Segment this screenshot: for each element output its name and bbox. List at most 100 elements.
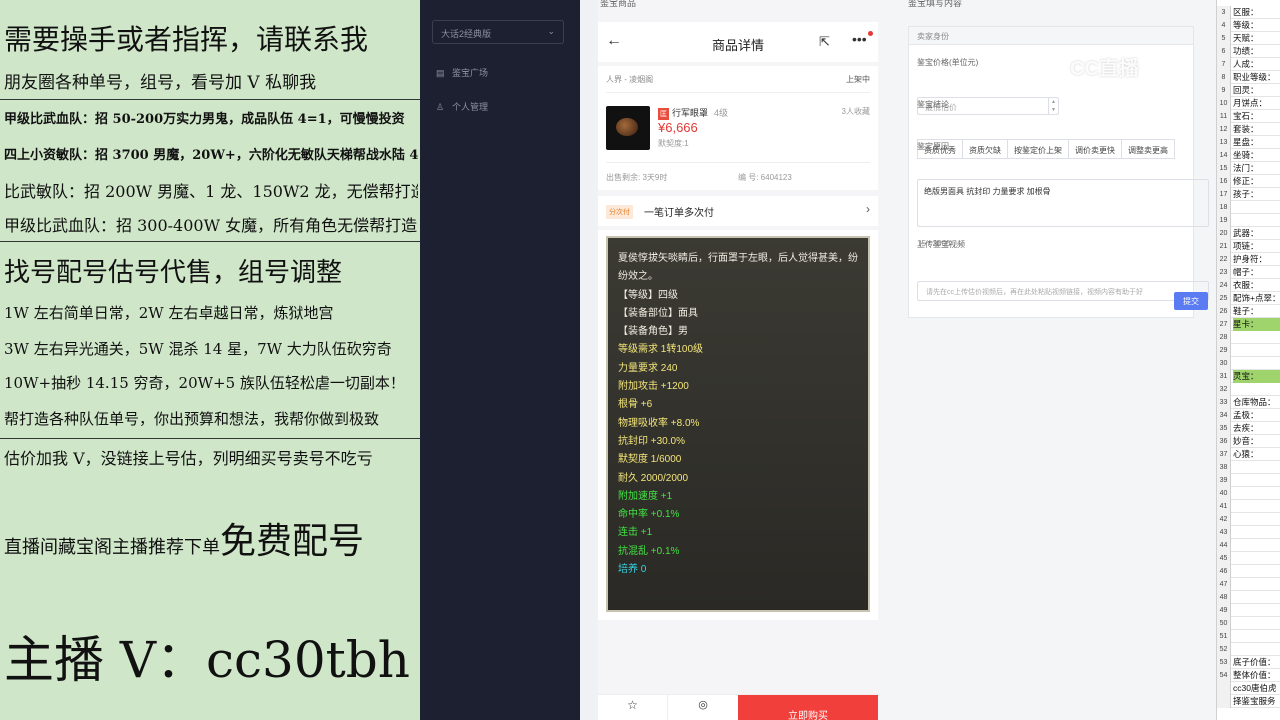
cell-value[interactable]: 底子价值： bbox=[1233, 656, 1280, 669]
cell-value[interactable] bbox=[1233, 500, 1280, 513]
cell-value[interactable]: 去疾： bbox=[1233, 422, 1280, 435]
sheet-row[interactable]: 54 整体价值： bbox=[1217, 669, 1280, 682]
cell-value[interactable]: 修正： bbox=[1233, 175, 1280, 188]
cell-value[interactable] bbox=[1233, 526, 1280, 539]
sheet-row[interactable]: 51 bbox=[1217, 630, 1280, 643]
sheet-row[interactable]: 5 天赋： bbox=[1217, 32, 1280, 45]
cell-value[interactable]: 项链： bbox=[1233, 240, 1280, 253]
sheet-row[interactable]: 30 bbox=[1217, 357, 1280, 370]
sheet-row[interactable]: 33 仓库物品： bbox=[1217, 396, 1280, 409]
sheet-row[interactable]: 44 bbox=[1217, 539, 1280, 552]
sheet-row[interactable]: 3 区服： bbox=[1217, 6, 1280, 19]
cell-value[interactable] bbox=[1233, 552, 1280, 565]
cell-value[interactable] bbox=[1233, 461, 1280, 474]
sheet-row[interactable]: 10 月饼点： bbox=[1217, 97, 1280, 110]
cell-value[interactable] bbox=[1233, 578, 1280, 591]
cell-value[interactable]: 功绩： bbox=[1233, 45, 1280, 58]
cell-value[interactable]: cc30唐伯虎 bbox=[1233, 682, 1280, 695]
sheet-row[interactable]: 21 项链： bbox=[1217, 240, 1280, 253]
video-link-input[interactable]: 请先在cc上传估价视频后，再在此处粘贴视频链接，视频内容有助于好 bbox=[917, 281, 1209, 301]
cell-value[interactable] bbox=[1233, 331, 1280, 344]
sheet-row[interactable]: 择鉴宝服务 bbox=[1217, 695, 1280, 708]
cell-value[interactable] bbox=[1233, 214, 1280, 227]
submit-button[interactable]: 提交 bbox=[1174, 292, 1208, 310]
sheet-row[interactable]: 50 bbox=[1217, 617, 1280, 630]
cell-value[interactable]: 衣服： bbox=[1233, 279, 1280, 292]
sheet-row[interactable]: 18 bbox=[1217, 201, 1280, 214]
cell-value[interactable]: 月饼点： bbox=[1233, 97, 1280, 110]
sheet-row[interactable]: 19 bbox=[1217, 214, 1280, 227]
sheet-row[interactable]: 34 孟极： bbox=[1217, 409, 1280, 422]
sheet-row[interactable]: 36 妙音： bbox=[1217, 435, 1280, 448]
cell-value[interactable]: 护身符： bbox=[1233, 253, 1280, 266]
sheet-row[interactable]: 15 法门： bbox=[1217, 162, 1280, 175]
cell-value[interactable]: 鞋子： bbox=[1233, 305, 1280, 318]
sheet-row[interactable]: 9 回灵： bbox=[1217, 84, 1280, 97]
sheet-row[interactable]: 53 底子价值： bbox=[1217, 656, 1280, 669]
cell-value[interactable]: 心猿： bbox=[1233, 448, 1280, 461]
buy-now-button[interactable]: 立即购买 bbox=[738, 695, 878, 720]
cell-value[interactable]: 孟极： bbox=[1233, 409, 1280, 422]
cell-value[interactable]: 等级： bbox=[1233, 19, 1280, 32]
cell-value[interactable] bbox=[1233, 513, 1280, 526]
sheet-row[interactable]: 46 bbox=[1217, 565, 1280, 578]
cell-value[interactable]: 星卡： bbox=[1233, 318, 1280, 331]
sheet-row[interactable]: 38 bbox=[1217, 461, 1280, 474]
cell-value[interactable] bbox=[1233, 565, 1280, 578]
sheet-row[interactable]: 27 星卡： bbox=[1217, 318, 1280, 331]
cell-value[interactable]: 整体价值： bbox=[1233, 669, 1280, 682]
share-icon[interactable]: ⇱ bbox=[819, 34, 830, 50]
sheet-row[interactable]: 41 bbox=[1217, 500, 1280, 513]
sheet-row[interactable]: 17 孩子： bbox=[1217, 188, 1280, 201]
sheet-row[interactable]: 49 bbox=[1217, 604, 1280, 617]
conclusion-tag[interactable]: 调价卖更快 bbox=[1068, 139, 1122, 159]
cell-value[interactable]: 星盘： bbox=[1233, 136, 1280, 149]
conclusion-tag[interactable]: 资质欠缺 bbox=[962, 139, 1008, 159]
cell-value[interactable] bbox=[1233, 201, 1280, 214]
sheet-row[interactable]: 12 套装： bbox=[1217, 123, 1280, 136]
sheet-row[interactable]: 6 功绩： bbox=[1217, 45, 1280, 58]
bargain-button[interactable]: ◎ bbox=[668, 695, 738, 720]
cell-value[interactable]: 法门： bbox=[1233, 162, 1280, 175]
conclusion-tag[interactable]: 按鉴定价上架 bbox=[1007, 139, 1069, 159]
cell-value[interactable] bbox=[1233, 630, 1280, 643]
cell-value[interactable]: 坐骑： bbox=[1233, 149, 1280, 162]
cell-value[interactable]: 套装： bbox=[1233, 123, 1280, 136]
sheet-row[interactable]: 40 bbox=[1217, 487, 1280, 500]
cell-value[interactable]: 妙音： bbox=[1233, 435, 1280, 448]
sheet-row[interactable]: 29 bbox=[1217, 344, 1280, 357]
cell-value[interactable] bbox=[1233, 383, 1280, 396]
sheet-row[interactable]: 35 去疾： bbox=[1217, 422, 1280, 435]
sheet-row[interactable]: 26 鞋子： bbox=[1217, 305, 1280, 318]
cell-value[interactable]: 仓库物品： bbox=[1233, 396, 1280, 409]
cell-value[interactable]: 区服： bbox=[1233, 6, 1280, 19]
sheet-row[interactable]: 20 武器： bbox=[1217, 227, 1280, 240]
sheet-row[interactable]: 43 bbox=[1217, 526, 1280, 539]
sheet-row[interactable]: 37 心猿： bbox=[1217, 448, 1280, 461]
sheet-row[interactable]: 48 bbox=[1217, 591, 1280, 604]
sheet-row[interactable]: 23 帽子： bbox=[1217, 266, 1280, 279]
sheet-row[interactable]: 11 宝石： bbox=[1217, 110, 1280, 123]
cell-value[interactable]: 职业等级： bbox=[1233, 71, 1280, 84]
sheet-row[interactable]: 22 护身符： bbox=[1217, 253, 1280, 266]
sheet-row[interactable]: 28 bbox=[1217, 331, 1280, 344]
cell-value[interactable]: 孩子： bbox=[1233, 188, 1280, 201]
sheet-row[interactable]: 7 人成： bbox=[1217, 58, 1280, 71]
sheet-row[interactable]: 42 bbox=[1217, 513, 1280, 526]
sidebar-item-square[interactable]: ▤ 鉴宝广场 bbox=[436, 66, 488, 79]
price-stepper[interactable]: ▲ ▼ bbox=[1048, 98, 1058, 114]
cell-value[interactable] bbox=[1233, 487, 1280, 500]
sheet-row[interactable]: 14 坐骑： bbox=[1217, 149, 1280, 162]
sheet-row[interactable]: 25 配饰+点翠： bbox=[1217, 292, 1280, 305]
cell-value[interactable] bbox=[1233, 344, 1280, 357]
conclusion-tag[interactable]: 调整卖更高 bbox=[1121, 139, 1175, 159]
cell-value[interactable]: 武器： bbox=[1233, 227, 1280, 240]
cell-value[interactable]: 配饰+点翠： bbox=[1233, 292, 1280, 305]
cell-value[interactable] bbox=[1233, 474, 1280, 487]
sheet-row[interactable]: 47 bbox=[1217, 578, 1280, 591]
cell-value[interactable]: 天赋： bbox=[1233, 32, 1280, 45]
sheet-row[interactable]: 52 bbox=[1217, 643, 1280, 656]
sheet-row[interactable]: 32 bbox=[1217, 383, 1280, 396]
cell-value[interactable]: 择鉴宝服务 bbox=[1233, 695, 1280, 708]
item-thumbnail[interactable] bbox=[606, 106, 650, 150]
